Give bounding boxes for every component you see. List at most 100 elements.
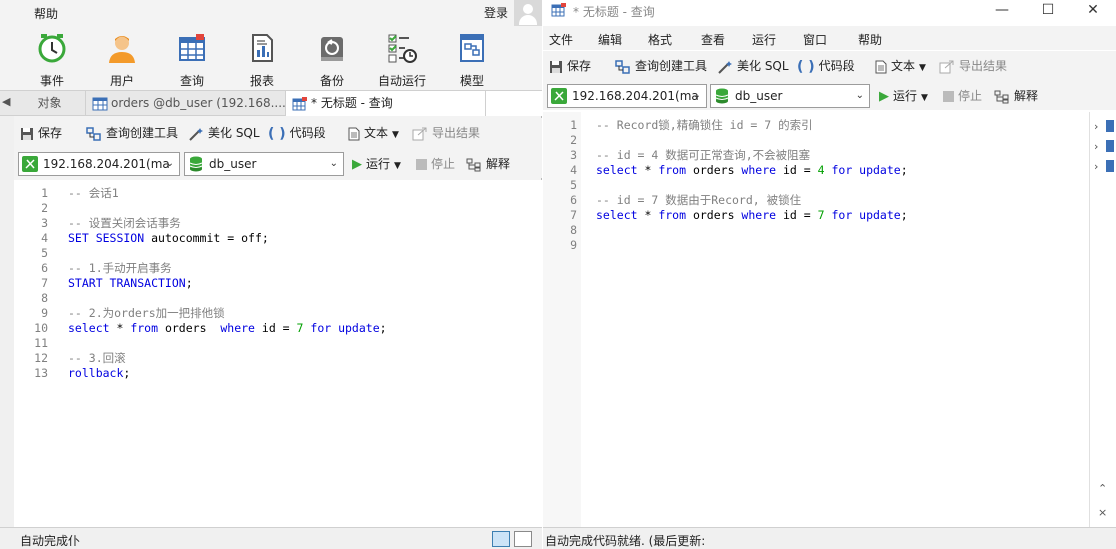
code-token: * [109,321,131,335]
left-query-toolbar: 保存 查询创建工具 美化 SQL ( ) 代码段 文本 ▼ 导出结果 [14,118,542,148]
database-select[interactable]: db_user ⌄ [184,152,344,176]
split-view-icon[interactable] [514,531,532,547]
beautify-sql-button[interactable]: 美化 SQL [717,57,789,75]
left-sql-editor[interactable]: 1 -- 会话1 2 3 -- 设置关闭会话事务 4 SET SESSION autocom… [14,180,542,527]
ribbon-user-button[interactable]: 用户 [92,30,152,88]
close-icon[interactable]: ✕ [1070,0,1116,22]
query-builder-button[interactable]: 查询创建工具 [615,57,707,75]
chevron-up-icon[interactable]: ⌃ [1098,482,1107,495]
close-icon[interactable]: × [1098,506,1107,519]
tab-orders-table[interactable]: orders @db_user (192.168.... [86,91,286,116]
clock-icon [38,34,66,63]
menu-edit[interactable]: 编辑 [598,31,622,48]
tab-scroll-left-icon[interactable]: ◀ [2,95,10,108]
chevron-right-icon[interactable]: › [1094,140,1098,153]
document-icon [875,60,887,73]
window-title: * 无标题 - 查询 [573,5,655,19]
avatar-icon[interactable] [514,0,542,26]
right-sql-editor[interactable]: 1 -- Record锁,精确锁住 id = 7 的索引 2 3 -- id = 4 数… [543,112,1089,527]
code-snippet-button[interactable]: ( ) 代码段 [797,57,855,75]
ribbon-report-button[interactable]: 报表 [232,30,292,88]
connection-select[interactable]: 192.168.204.201(ma ⌄ [547,84,707,108]
line-number: 9 [570,238,577,252]
code-token: ; [123,366,131,380]
parentheses-icon: ( ) [797,58,815,75]
run-button[interactable]: ▶ 运行 ▼ [879,87,928,105]
run-button[interactable]: ▶ 运行 ▼ [352,155,401,173]
code-token: select [596,208,638,222]
line-number: 6 [41,261,48,275]
query-builder-button[interactable]: 查询创建工具 [86,124,178,142]
line-number: 12 [34,351,48,365]
code-token: for update [831,208,901,222]
left-edge-scrollbar[interactable] [0,116,14,527]
query-icon [551,3,566,17]
chevron-down-icon: ⌄ [329,158,338,169]
maximize-icon[interactable]: ☐ [1025,0,1071,22]
line-number: 4 [570,163,577,177]
line-number: 7 [41,276,48,290]
caret-down-icon: ▼ [921,93,928,103]
info-panel-icon[interactable] [1106,140,1114,152]
text-mode-button[interactable]: 文本 ▼ [875,57,926,75]
save-button[interactable]: 保存 [549,57,591,75]
model-icon [460,34,484,62]
explain-button[interactable]: 解释 [994,87,1038,105]
beautify-sql-button[interactable]: 美化 SQL [188,124,260,142]
code-line: rollback; [68,366,130,381]
code-token: 7 [817,208,825,222]
stop-button[interactable]: 停止 [416,155,455,173]
menu-help[interactable]: 帮助 [858,31,882,48]
left-query-window: 帮助 登录 事件 用户 查询 报表 备份 自动运行 模型 ◀ 对象 orders… [0,0,542,549]
code-token: orders [686,163,742,177]
export-label: 导出结果 [432,126,481,140]
tab-untitled-query[interactable]: * 无标题 - 查询 [286,91,486,116]
run-label: 运行 [366,157,391,171]
export-results-button[interactable]: 导出结果 [412,124,480,142]
menu-file[interactable]: 文件 [549,31,573,48]
chevron-right-icon[interactable]: › [1094,160,1098,173]
database-select[interactable]: db_user ⌄ [710,84,870,108]
menu-help[interactable]: 帮助 [34,5,58,22]
save-button[interactable]: 保存 [20,124,62,142]
caret-down-icon: ▼ [919,63,926,73]
login-link[interactable]: 登录 [484,4,508,21]
export-results-button[interactable]: 导出结果 [939,57,1007,75]
parentheses-icon: ( ) [268,125,286,142]
right-connection-bar: 192.168.204.201(ma ⌄ db_user ⌄ ▶ 运行 ▼ 停止 解… [543,80,1116,110]
tab-objects[interactable]: 对象 [14,91,86,116]
editor-view-icon[interactable] [492,531,510,547]
menu-view[interactable]: 查看 [701,31,725,48]
explain-button[interactable]: 解释 [466,155,510,173]
code-token: SET SESSION [68,231,145,245]
minimize-icon[interactable]: — [979,0,1025,22]
line-number: 13 [34,366,48,380]
code-snippet-button[interactable]: ( ) 代码段 [268,124,326,142]
code-token: from [658,163,687,177]
save-icon [550,60,562,73]
code-line: -- 设置关闭会话事务 [68,216,181,231]
backup-icon [321,37,343,61]
desktop: 帮助 登录 事件 用户 查询 报表 备份 自动运行 模型 ◀ 对象 orders… [0,0,1116,549]
ribbon-model-button[interactable]: 模型 [442,30,502,88]
stop-button[interactable]: 停止 [943,87,982,105]
text-mode-button[interactable]: 文本 ▼ [348,124,399,142]
query-builder-label: 查询创建工具 [635,59,708,73]
chevron-right-icon[interactable]: › [1094,120,1098,133]
snippet-label: 代码段 [818,59,855,73]
magic-wand-icon [718,60,732,74]
menu-run[interactable]: 运行 [752,31,776,48]
explain-label: 解释 [1014,89,1039,103]
menu-window[interactable]: 窗口 [803,31,827,48]
status-text: 自动完成仆 [20,534,81,548]
ribbon-backup-button[interactable]: 备份 [302,30,362,88]
code-line: START TRANSACTION; [68,276,193,291]
menu-format[interactable]: 格式 [648,31,672,48]
info-panel-icon[interactable] [1106,160,1114,172]
ribbon-automation-button[interactable]: 自动运行 [372,30,432,88]
ribbon-event-button[interactable]: 事件 [22,30,82,88]
code-token: from [658,208,687,222]
ribbon-query-button[interactable]: 查询 [162,30,222,88]
info-panel-icon[interactable] [1106,120,1114,132]
connection-select[interactable]: 192.168.204.201(ma ⌄ [18,152,180,176]
